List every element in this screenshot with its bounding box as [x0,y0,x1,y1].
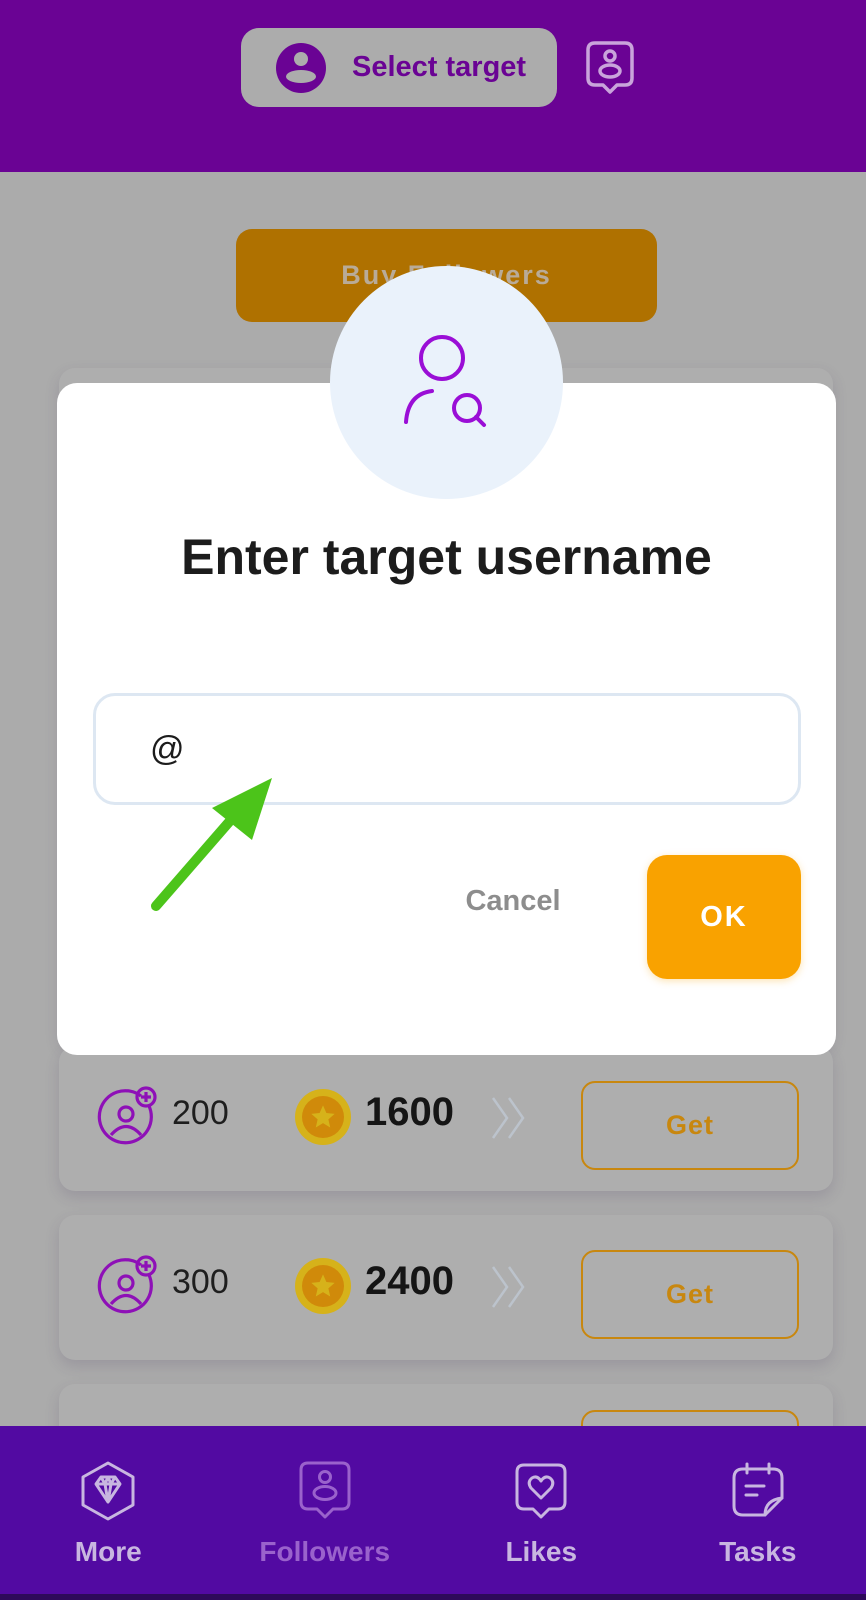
user-circle-icon [276,42,326,93]
cancel-button[interactable]: Cancel [443,861,583,941]
app-header: Select target [0,0,866,172]
ok-button[interactable]: OK [647,855,801,979]
dialog-icon-badge [330,266,563,499]
nav-label-tasks: Tasks [719,1536,797,1567]
notepad-icon [732,1462,784,1517]
nav-item-likes[interactable]: Likes [433,1426,650,1596]
select-target-button[interactable]: Select target [241,28,557,107]
double-chevron-right-icon [491,1266,525,1308]
select-target-label: Select target [352,51,527,83]
offer-row: 200 1600 Get [59,1046,833,1191]
nav-label-more: More [74,1536,142,1567]
username-input[interactable] [93,693,801,805]
add-follower-icon [97,1086,157,1145]
get-button[interactable]: Get [581,1081,799,1170]
dialog-title: Enter target username [181,529,712,585]
profile-badge-icon[interactable] [585,40,635,96]
followers-count: 200 [172,1094,229,1132]
nav-item-more[interactable]: More [0,1426,217,1596]
coin-price: 2400 [365,1259,454,1303]
nav-label-followers: Followers [259,1536,391,1567]
add-follower-icon [97,1255,157,1314]
profile-badge-icon [299,1461,351,1519]
double-chevron-right-icon [491,1097,525,1139]
nav-item-tasks[interactable]: Tasks [650,1426,866,1596]
diamond-icon [81,1461,135,1521]
coin-price: 1600 [365,1090,454,1134]
coin-icon [295,1089,351,1145]
coin-icon [295,1258,351,1314]
bottom-nav: More Followers Likes Tasks [0,1426,866,1596]
heart-badge-icon [515,1463,567,1519]
get-button[interactable]: Get [581,1250,799,1339]
nav-item-followers[interactable]: Followers [217,1426,434,1596]
followers-count: 300 [172,1263,229,1301]
nav-label-likes: Likes [505,1536,578,1567]
system-nav-strip [0,1594,866,1600]
offer-row: 300 2400 Get [59,1215,833,1360]
user-search-icon [403,334,486,427]
